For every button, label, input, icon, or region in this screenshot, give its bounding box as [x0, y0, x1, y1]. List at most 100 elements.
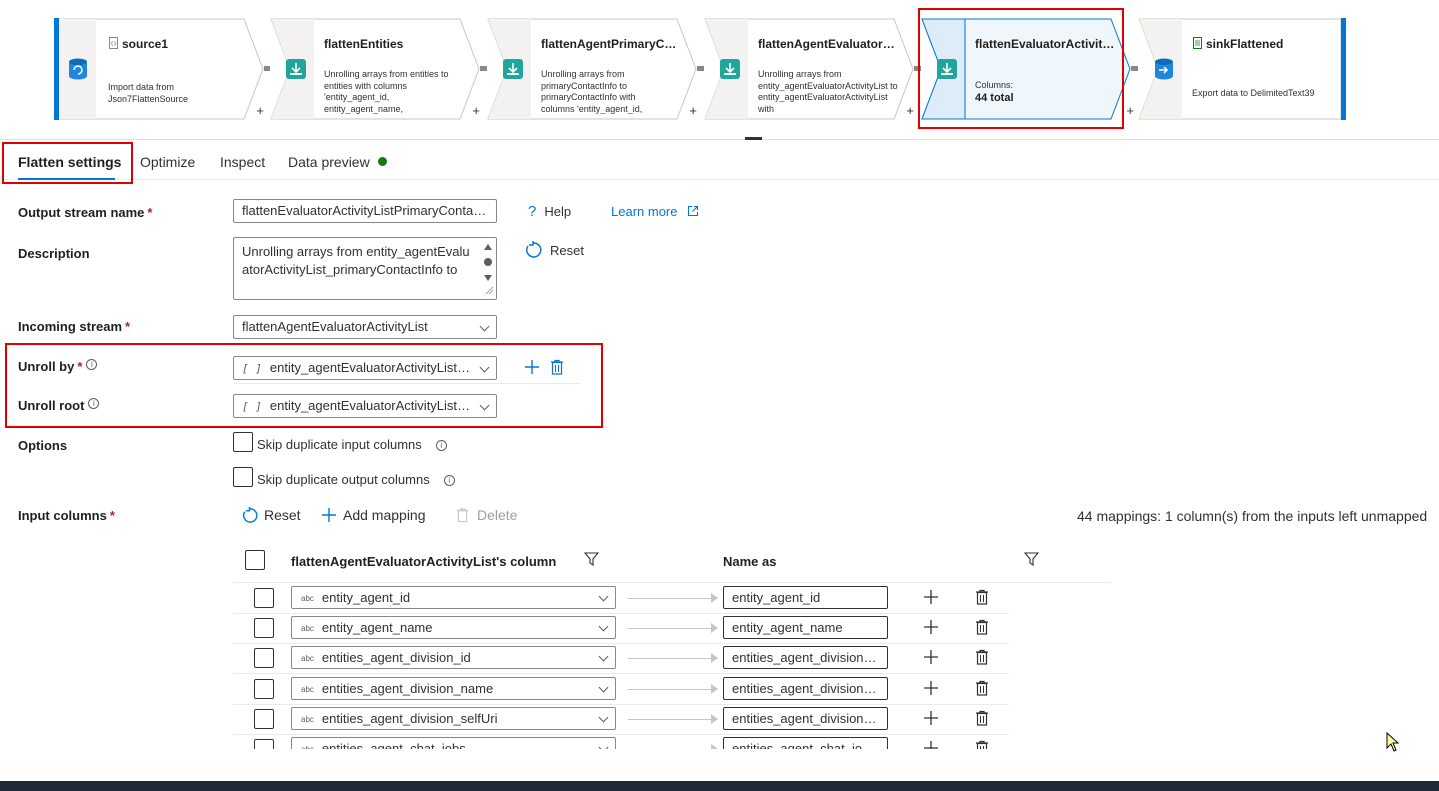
mapping-row: abc entities_agent_division_name entities_… [233, 675, 1009, 705]
add-row-icon[interactable] [923, 710, 939, 726]
add-transform-button[interactable]: + [689, 103, 697, 118]
row-checkbox[interactable] [254, 648, 274, 669]
arrow-right-icon [711, 653, 718, 664]
mapping-summary: 44 mappings: 1 column(s) from the inputs… [1077, 508, 1428, 524]
source-column-dropdown[interactable]: abc entities_agent_division_selfUri [291, 706, 616, 730]
delete-mapping-button[interactable]: Delete [456, 507, 517, 523]
add-row-icon[interactable] [923, 619, 939, 635]
string-type-icon: abc [301, 654, 314, 664]
svg-text:{}: {} [110, 41, 116, 47]
source-column-header: flattenAgentEvaluatorActivityList's colu… [291, 554, 557, 569]
tab-inspect[interactable]: Inspect [220, 154, 265, 170]
add-transform-button[interactable]: + [1126, 103, 1134, 118]
source-column-value: entities_agent_division_name [321, 680, 494, 696]
tab-data-preview[interactable]: Data preview [288, 154, 387, 170]
target-name-input[interactable]: entities_agent_division_... [723, 706, 888, 730]
delete-row-icon[interactable] [975, 710, 989, 726]
add-row-icon[interactable] [923, 589, 939, 605]
reset-mappings-label: Reset [264, 507, 301, 523]
pipeline-node-flatten-entities[interactable]: flattenEntities Unrolling arrays from en… [270, 18, 480, 120]
string-type-icon: abc [301, 714, 314, 724]
delete-row-icon[interactable] [975, 649, 989, 665]
node-description: Unrolling arrays from primaryContactInfo… [541, 69, 643, 114]
arrow-right-icon [711, 744, 718, 749]
textarea-scrollbar[interactable] [482, 241, 494, 296]
input-columns-label: Input columns * [18, 508, 115, 523]
row-checkbox[interactable] [254, 708, 274, 729]
delete-row-icon[interactable] [975, 589, 989, 605]
skip-duplicate-input-checkbox[interactable] [233, 432, 253, 452]
target-name-input[interactable]: entities_agent_division_... [723, 676, 888, 700]
chevron-down-icon [598, 621, 609, 632]
output-stream-input[interactable]: flattenEvaluatorActivityListPrimaryConta… [233, 199, 497, 223]
reset-mappings-button[interactable]: Reset [241, 507, 301, 524]
select-all-checkbox[interactable] [245, 550, 265, 570]
output-stream-label-text: Output stream name [18, 205, 145, 220]
row-checkbox[interactable] [254, 739, 274, 749]
pipeline-node-flatten-agent-evaluator[interactable]: flattenAgentEvaluatorA... Unrolling arra… [704, 18, 914, 120]
info-icon[interactable]: i [435, 440, 447, 451]
incoming-stream-value: flattenAgentEvaluatorActivityList [242, 319, 428, 334]
mouse-cursor-icon [1386, 732, 1400, 752]
source-column-dropdown[interactable]: abc entities_agent_division_name [291, 676, 616, 700]
data-flow-pipeline: source1 {} Import data from Json7Flatten… [0, 0, 1439, 140]
source-column-dropdown[interactable]: abc entities_agent_division_id [291, 646, 616, 670]
target-column-header: Name as [723, 554, 777, 569]
row-checkbox[interactable] [254, 618, 274, 639]
add-row-icon[interactable] [923, 740, 939, 749]
node-title: sinkFlattened [1206, 37, 1284, 51]
skip-duplicate-input-text: Skip duplicate input columns [257, 437, 422, 452]
filter-icon[interactable] [1024, 552, 1039, 566]
taskbar [0, 781, 1439, 791]
delete-row-icon[interactable] [975, 619, 989, 635]
help-button[interactable]: ? Help [528, 203, 571, 220]
csv-file-icon [1193, 37, 1202, 49]
pipeline-node-source1[interactable]: source1 {} Import data from Json7Flatten… [54, 18, 264, 120]
delete-row-icon[interactable] [975, 680, 989, 696]
pipeline-node-flatten-agent-primary[interactable]: flattenAgentPrimaryCo... Unrolling array… [487, 18, 697, 120]
target-name-input[interactable]: entities_agent_chat_job... [723, 737, 888, 749]
required-mark: * [147, 205, 153, 220]
filter-icon[interactable] [584, 552, 599, 566]
add-transform-button[interactable]: + [256, 103, 264, 118]
source-column-value: entities_agent_division_selfUri [321, 710, 498, 726]
target-name-input[interactable]: entity_agent_name [723, 616, 888, 640]
skip-duplicate-output-checkbox[interactable] [233, 467, 253, 487]
add-row-icon[interactable] [923, 649, 939, 665]
database-export-icon [1144, 18, 1184, 120]
description-textarea[interactable]: Unrolling arrays from entity_agentEvalua… [233, 237, 497, 300]
learn-more-link[interactable]: Learn more [611, 204, 699, 219]
incoming-stream-label-text: Incoming stream [18, 319, 123, 334]
delete-row-icon[interactable] [975, 740, 989, 749]
source-column-dropdown[interactable]: abc entity_agent_name [291, 616, 616, 640]
row-checkbox[interactable] [254, 678, 274, 699]
help-label: Help [544, 204, 572, 219]
flatten-icon [710, 18, 750, 120]
options-label: Options [18, 438, 68, 453]
source-column-value: entity_agent_id [321, 590, 411, 605]
add-transform-button[interactable]: + [906, 103, 914, 118]
node-description: Unrolling arrays from entity_agentEvalua… [758, 69, 898, 114]
mapping-arrow [628, 688, 714, 690]
arrow-right-icon [711, 593, 718, 603]
status-dot-icon [377, 157, 387, 166]
info-icon[interactable]: i [443, 475, 455, 486]
reset-description-button[interactable]: Reset [524, 241, 584, 259]
add-transform-button[interactable]: + [472, 103, 480, 118]
add-row-icon[interactable] [923, 680, 939, 696]
source-column-value: entity_agent_name [321, 620, 433, 636]
skip-duplicate-input-label: Skip duplicate input columns i [257, 437, 447, 452]
row-checkbox[interactable] [254, 588, 274, 608]
add-mapping-button[interactable]: Add mapping [321, 507, 426, 523]
node-title: flattenEntities [324, 37, 404, 51]
incoming-stream-dropdown[interactable]: flattenAgentEvaluatorActivityList [233, 315, 497, 339]
target-name-input[interactable]: entity_agent_id [723, 586, 888, 609]
pipeline-node-sink-flattened[interactable]: sinkFlattened Export data to DelimitedTe… [1138, 18, 1348, 120]
tab-optimize[interactable]: Optimize [140, 154, 195, 170]
source-column-dropdown[interactable]: abc entity_agent_id [291, 586, 616, 609]
mapping-row: abc entity_agent_id entity_agent_id [233, 584, 1009, 614]
json-file-icon: {} [109, 37, 118, 49]
chevron-down-icon [598, 591, 609, 602]
source-column-dropdown[interactable]: abc entities_agent_chat_jobs [291, 737, 616, 749]
target-name-input[interactable]: entities_agent_division_id [723, 646, 888, 670]
